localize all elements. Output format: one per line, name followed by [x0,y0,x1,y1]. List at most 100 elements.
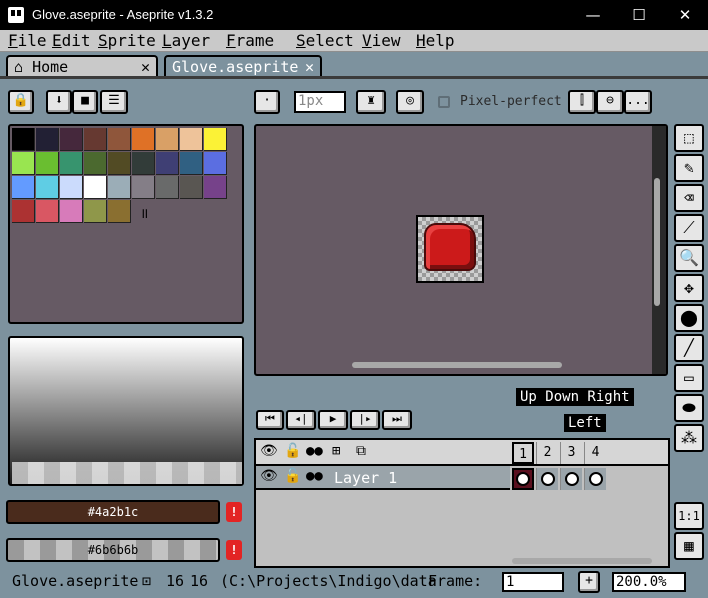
fill-icon[interactable]: ⬤ [674,304,704,332]
lock-icon[interactable]: 🔒 [8,90,34,114]
palette-swatch[interactable] [156,128,179,151]
color-shade-picker[interactable] [8,336,244,486]
tab-glove[interactable]: Glove.aseprite ✕ [164,55,322,78]
marquee-icon[interactable]: ⬚ [674,124,704,152]
brush-size-input[interactable]: 1px [294,91,346,113]
last-frame-icon[interactable]: ⏭ [382,410,412,430]
palette-swatch[interactable] [36,128,59,151]
palette-swatch[interactable] [84,128,107,151]
palette-swatch[interactable] [36,152,59,175]
cel-frame-2[interactable] [536,468,558,490]
eraser-icon[interactable]: ⌫ [674,184,704,212]
palette-swatch[interactable] [156,176,179,199]
frame-header-3[interactable]: 3 [560,442,582,464]
menu-sprite[interactable]: Sprite [98,31,156,50]
ratio-button[interactable]: 1:1 [674,502,704,530]
pencil-icon[interactable]: ✎ [674,154,704,182]
cel-frame-4[interactable] [584,468,606,490]
spray-icon[interactable]: ⁂ [674,424,704,452]
alpha-slider[interactable] [12,462,242,484]
palette-swatch[interactable] [180,128,203,151]
palette-swatch[interactable] [180,152,203,175]
next-frame-icon[interactable]: |▸ [350,410,380,430]
onion-skin-icon[interactable]: ⧉ [356,443,366,459]
pixel-perfect-checkbox[interactable] [438,96,450,108]
zoom-input[interactable]: 200.0% [612,572,686,592]
palette-swatch[interactable] [132,152,155,175]
square-icon[interactable]: ■ [72,90,98,114]
palette-swatch[interactable] [204,128,227,151]
cel-frame-3[interactable] [560,468,582,490]
pattern-icon[interactable]: ◎ [396,90,424,114]
tab-glove-close-icon[interactable]: ✕ [305,58,314,76]
layer-group-icon[interactable]: ⊞ [332,443,340,459]
palette-swatch[interactable] [180,176,203,199]
menu-edit[interactable]: Edit [52,31,91,50]
fg-warning-icon[interactable]: ! [226,502,242,522]
first-frame-icon[interactable]: ⏮ [256,410,284,430]
palette-swatch[interactable] [12,128,35,151]
palette-swatch[interactable] [204,176,227,199]
brush-shape-button[interactable]: · [254,90,280,114]
visibility-header-icon[interactable]: 👁 [260,443,278,459]
layer-continuous-icon[interactable]: ●● [306,468,323,484]
foreground-color-button[interactable]: #4a2b1c [6,500,220,524]
symmetry-h-icon[interactable]: ⊖ [596,90,624,114]
frame-input[interactable]: 1 [502,572,564,592]
lock-header-icon[interactable]: 🔓 [284,443,301,459]
down-arrow-icon[interactable]: ⬇ [46,90,72,114]
previous-frame-icon[interactable]: ◂| [286,410,316,430]
palette-swatch[interactable] [60,176,83,199]
continuous-header-icon[interactable]: ●● [306,443,323,459]
menu-frame[interactable]: Frame [226,31,274,50]
palette-swatch[interactable] [60,200,83,223]
layer-name[interactable]: Layer 1 [334,469,397,487]
bg-warning-icon[interactable]: ! [226,540,242,560]
move-icon[interactable]: ✥ [674,274,704,302]
play-icon[interactable]: ▶ [318,410,348,430]
tag-up-down-right[interactable]: Up Down Right [516,388,634,406]
palette-swatch[interactable] [84,176,107,199]
close-button[interactable]: ✕ [662,0,708,30]
palette-swatch[interactable] [36,176,59,199]
minimize-button[interactable]: — [570,0,616,30]
zoom-icon[interactable]: 🔍 [674,244,704,272]
menu-select[interactable]: Select [296,31,354,50]
cel-frame-1[interactable] [512,468,534,490]
palette-resize-handle[interactable]: ॥ [140,204,148,223]
palette-swatch[interactable] [36,200,59,223]
frame-header-4[interactable]: 4 [584,442,606,464]
palette-swatch[interactable] [12,200,35,223]
canvas-area[interactable] [254,124,668,376]
more-options-button[interactable]: ... [624,90,652,114]
ink-icon[interactable]: ♜ [356,90,386,114]
palette-swatch[interactable] [108,152,131,175]
palette-swatch[interactable] [60,152,83,175]
tab-home-close-icon[interactable]: ✕ [141,58,150,76]
maximize-button[interactable]: ☐ [616,0,662,30]
layer-row[interactable]: 👁 🔓 ●● Layer 1 [256,466,510,490]
menu-file[interactable]: File [8,31,47,50]
line-icon[interactable]: ╱ [674,334,704,362]
palette-menu-icon[interactable]: ☰ [100,90,128,114]
menu-layer[interactable]: Layer [162,31,210,50]
palette-swatch[interactable] [132,176,155,199]
eyedropper-icon[interactable]: ⟋ [674,214,704,242]
menu-help[interactable]: Help [416,31,455,50]
add-frame-button[interactable]: + [578,571,600,593]
rectangle-icon[interactable]: ▭ [674,364,704,392]
palette-swatch[interactable] [12,176,35,199]
timeline-hscroll[interactable] [512,558,652,564]
tag-left[interactable]: Left [564,414,606,432]
menu-view[interactable]: View [362,31,401,50]
palette-swatch[interactable] [84,152,107,175]
layer-visibility-icon[interactable]: 👁 [260,468,278,484]
frame-header-1[interactable]: 1 [512,442,534,464]
blob-icon[interactable]: ⬬ [674,394,704,422]
palette-swatch[interactable] [204,152,227,175]
symmetry-v-icon[interactable]: ⫿ [568,90,596,114]
palette-swatch[interactable] [84,200,107,223]
palette-swatch[interactable] [12,152,35,175]
sprite-canvas[interactable] [416,215,484,283]
palette-swatch[interactable] [108,176,131,199]
